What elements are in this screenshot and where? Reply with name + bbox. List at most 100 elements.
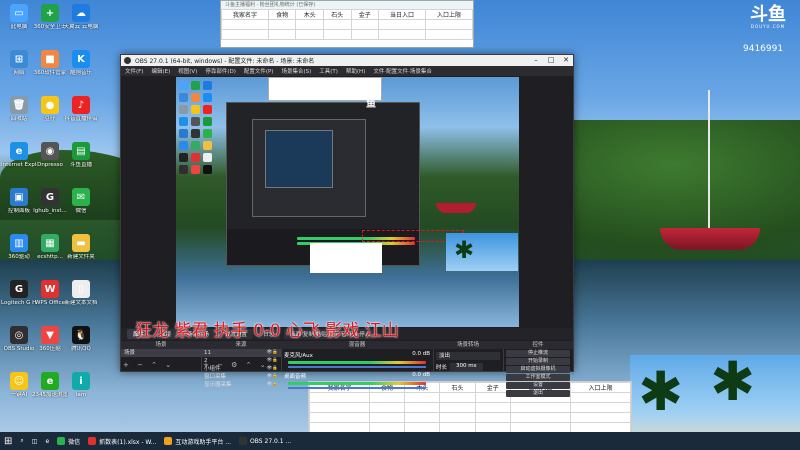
desktop-icon[interactable]: ▬ 新建文件夹 — [63, 234, 99, 261]
dock-header: 控件 — [503, 341, 573, 349]
source-label: 11 — [204, 350, 211, 356]
visibility-icon[interactable]: 👁🔒 — [267, 349, 281, 357]
menu-item[interactable]: 编辑(E) — [151, 67, 170, 75]
control-button[interactable]: 工作室模式 — [506, 374, 570, 381]
column-header: 石头 — [439, 382, 476, 393]
desktop-icon[interactable]: i iam — [63, 372, 99, 399]
desktop-icon[interactable]: ✉ 微信 — [63, 188, 99, 215]
sheet-table[interactable]: 我家名字 食物 木头 石头 金子 当日入口 入口上限 — [221, 9, 473, 40]
control-button[interactable]: 启动虚拟摄像机 — [506, 366, 570, 373]
desktop-icon-glyph: ♪ — [72, 96, 90, 114]
transition-duration-row: 时长 300 ms — [436, 363, 500, 371]
source-label: 窗口采集 — [204, 374, 227, 380]
room-id: 9416991 — [743, 44, 784, 54]
desktop-icon-label: 微信 — [75, 208, 87, 214]
close-icon[interactable]: ✕ — [559, 55, 573, 66]
maximize-icon[interactable]: □ — [544, 55, 558, 66]
taskbar-app[interactable]: 微信 — [53, 433, 84, 449]
taskbar-app[interactable]: 抓数表(1).xlsx - W... — [84, 433, 160, 449]
desktop-icon-label: 腾讯QQ — [71, 346, 91, 352]
volume-slider[interactable] — [288, 387, 426, 389]
obs-logo-icon — [124, 57, 131, 64]
sailboat — [660, 228, 760, 250]
mixer-channels[interactable]: 麦克风/Aux 0.0 dB 桌面音频 0.0 dB — [281, 351, 433, 389]
menu-item[interactable]: 配置文件(P) — [244, 67, 274, 75]
desktop-icon[interactable]: K 酷狗音乐 — [63, 50, 99, 77]
transitions-dock[interactable]: 场景转场 淡出 时长 300 ms — [433, 341, 504, 371]
channel-level: 0.0 dB — [412, 351, 430, 357]
app-icon — [164, 437, 173, 445]
obs-titlebar[interactable]: OBS 27.0.1 (64-bit, windows) - 配置文件: 未命名… — [121, 55, 573, 66]
source-item[interactable]: 显示器采集 👁🔒 — [201, 381, 281, 389]
menu-item[interactable]: 停靠部件(D) — [205, 67, 236, 75]
controls-dock[interactable]: 控件 停止推流 开始录制 启动虚拟摄像机 工作室模式 设置 退出 — [503, 341, 573, 397]
sources-dock[interactable]: 来源 11 👁🔒 2 👁🔒 小组件 👁🔒 窗口采集 👁🔒 显示器采集 👁🔒 + − ⚙ ⌃ ⌄ — [201, 341, 282, 388]
desktop-icon-glyph: ■ — [41, 50, 59, 68]
mixer-dock[interactable]: 混音器 麦克风/Aux 0.0 dB 桌面音频 0.0 dB — [281, 341, 434, 389]
search-icon[interactable]: ⌕ — [16, 433, 27, 449]
menu-item[interactable]: 帮助(H) — [346, 67, 365, 75]
desktop-icon-glyph: ▥ — [10, 234, 28, 252]
desktop-icon-glyph: G — [41, 188, 59, 206]
dock-toolbar[interactable]: + − ⌃ ⌄ — [123, 361, 174, 369]
menu-item[interactable]: 工具(T) — [319, 67, 338, 75]
logo-subtext: DOUYU.COM — [750, 24, 786, 29]
desktop-icon-glyph: ✉ — [72, 188, 90, 206]
column-header: 入口上限 — [569, 382, 632, 393]
source-item[interactable]: 11 👁🔒 — [201, 349, 281, 357]
control-button[interactable]: 开始录制 — [506, 358, 570, 365]
spreadsheet-window-top[interactable]: 斗鱼主播福利 · 粉丝团礼物统计 (已保存) 我家名字 食物 木头 石头 金子 当日入口入… — [220, 0, 474, 48]
preview-logo: 斗鱼 — [366, 84, 376, 110]
taskbar-app[interactable]: 互动游戏助手平台 ... — [160, 433, 235, 449]
mixer-channel-header: 桌面音频 0.0 dB — [284, 372, 430, 380]
desktop-icon[interactable]: ▤ 斗鱼直播 — [63, 142, 99, 169]
scenes-dock[interactable]: 场景 场景 + − ⌃ ⌄ — [121, 341, 202, 371]
taskbar-app[interactable]: OBS 27.0.1 ... — [235, 433, 295, 449]
desktop-icon[interactable]: ▯ 新建文本文档 — [63, 280, 99, 307]
control-button[interactable]: 设置 — [506, 382, 570, 389]
source-list[interactable]: 11 👁🔒 2 👁🔒 小组件 👁🔒 窗口采集 👁🔒 显示器采集 👁🔒 — [201, 349, 281, 389]
volume-slider[interactable] — [288, 366, 426, 368]
menu-item[interactable]: 场景集合(S) — [281, 67, 311, 75]
scene-item[interactable]: 场景 — [121, 349, 201, 357]
menu-item[interactable]: 文件(F) — [125, 67, 143, 75]
menu-item[interactable]: 文件·配置文件·场景集合 — [373, 67, 432, 75]
duration-input[interactable]: 300 ms — [450, 363, 483, 371]
channel-level: 0.0 dB — [412, 372, 430, 378]
palm-tree-icon: ✱ — [454, 236, 475, 264]
window-title: OBS 27.0.1 (64-bit, windows) - 配置文件: 未命名… — [135, 58, 315, 65]
obs-preview-canvas[interactable]: ✱ 斗鱼 — [176, 77, 519, 327]
column-header: 当日入口 — [378, 9, 427, 20]
column-header: 木头 — [295, 9, 325, 20]
scene-list[interactable]: 场景 — [121, 349, 201, 357]
desktop-icon-label: 抖音直播伴侣 — [64, 116, 98, 122]
visibility-icon[interactable]: 👁🔒 — [267, 373, 281, 381]
taskbar[interactable]: ⊞ ⌕ ◫ e 微信 抓数表(1).xlsx - W... 互动游戏助手平台 ...… — [0, 432, 800, 450]
desktop-icon[interactable]: ☁ 天翼云 云电脑 — [63, 4, 99, 31]
table-header-row: 我家名字 食物 木头 石头 金子 当日入口 入口上限 — [221, 9, 473, 20]
visibility-icon[interactable]: 👁🔒 — [267, 357, 281, 365]
minimize-icon[interactable]: – — [529, 55, 543, 66]
task-view-icon[interactable]: ◫ — [28, 433, 42, 449]
source-item[interactable]: 窗口采集 👁🔒 — [201, 373, 281, 381]
desktop-icon[interactable]: ♪ 抖音直播伴侣 — [63, 96, 99, 123]
sheet-table[interactable]: 我家名字食物木头石头金子当前入口入口上限 — [308, 382, 632, 433]
start-button[interactable]: ⊞ — [0, 433, 16, 449]
visibility-icon[interactable]: 👁🔒 — [267, 381, 281, 389]
control-buttons[interactable]: 停止推流 开始录制 启动虚拟摄像机 工作室模式 设置 退出 — [503, 350, 573, 397]
desktop-icon-glyph: ▣ — [10, 188, 28, 206]
desktop-icon[interactable]: 🐧 腾讯QQ — [63, 326, 99, 353]
desktop-icon-label: 斗鱼直播 — [69, 162, 92, 168]
control-button[interactable]: 停止推流 — [506, 350, 570, 357]
mixer-channel[interactable]: 麦克风/Aux 0.0 dB — [284, 351, 430, 368]
desktop-icon-glyph: G — [10, 280, 28, 298]
menu-item[interactable]: 视图(V) — [178, 67, 197, 75]
desktop-icon-glyph: ⊞ — [10, 50, 28, 68]
obs-menubar[interactable]: 文件(F) 编辑(E) 视图(V) 停靠部件(D) 配置文件(P) 场景集合(S) 工具(T… — [121, 66, 573, 76]
mixer-channel[interactable]: 桌面音频 0.0 dB — [284, 372, 430, 389]
dock-toolbar[interactable]: + − ⚙ ⌃ ⌄ — [203, 361, 269, 369]
transition-type-select[interactable]: 淡出 — [436, 352, 500, 360]
visibility-icon[interactable]: 👁🔒 — [267, 365, 281, 373]
edge-icon[interactable]: e — [41, 433, 53, 449]
control-button[interactable]: 退出 — [506, 390, 570, 397]
